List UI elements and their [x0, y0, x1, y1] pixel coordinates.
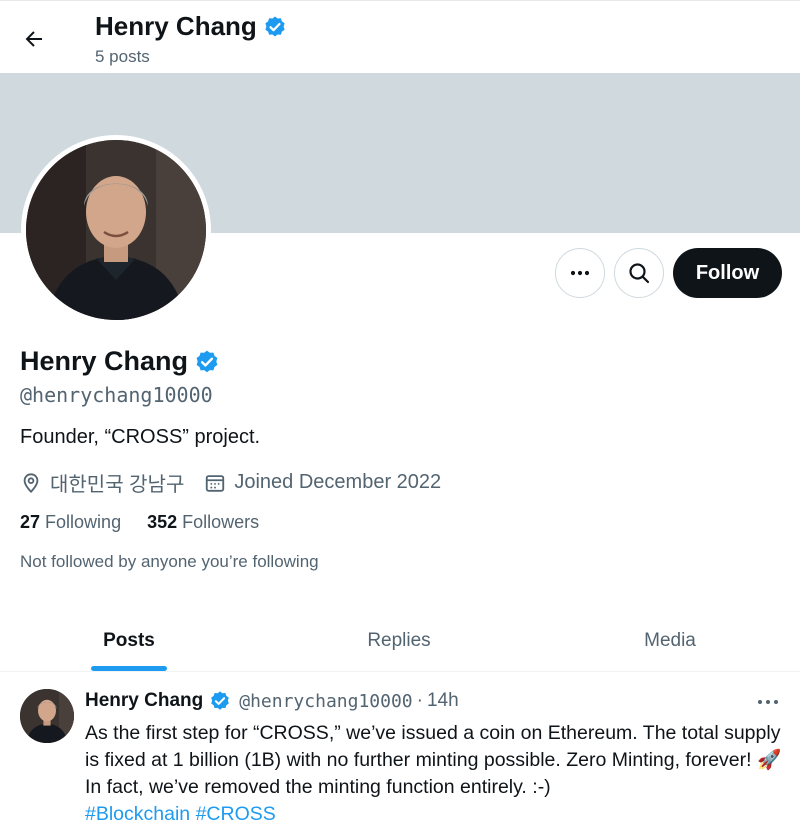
profile-name: Henry Chang	[20, 346, 189, 376]
followers-label: Followers	[182, 512, 260, 532]
search-icon	[629, 263, 650, 284]
profile-location: 대한민국 강남구	[20, 468, 184, 497]
post-text-part1: As the first step for “CROSS,” we’ve iss…	[85, 722, 781, 771]
tab-replies[interactable]: Replies	[332, 610, 466, 672]
location-text: 대한민국 강남구	[50, 474, 185, 496]
post-author-name[interactable]: Henry Chang	[85, 690, 203, 712]
tab-media[interactable]: Media	[603, 610, 737, 672]
verified-badge-icon	[265, 16, 285, 36]
profile-handle: @henrychang10000	[20, 383, 213, 407]
post-more-button[interactable]	[754, 695, 782, 709]
post-text-part2: In fact, we’ve removed the minting funct…	[85, 776, 551, 798]
header-post-count: 5 posts	[95, 47, 150, 66]
profile-tabs: Posts Replies Media	[0, 610, 800, 672]
post-header: Henry Chang @henrychang10000 · 14h	[85, 690, 459, 712]
profile-meta: 대한민국 강남구 Joined December 2022	[20, 468, 461, 497]
rocket-emoji: 🚀	[756, 749, 782, 771]
followers-count: 352	[147, 512, 178, 532]
following-count: 27	[20, 512, 41, 532]
location-pin-icon	[23, 472, 39, 493]
back-arrow-icon	[25, 31, 42, 47]
more-icon	[570, 270, 590, 276]
post-timestamp[interactable]: 14h	[427, 690, 459, 712]
top-bar: Henry Chang 5 posts	[0, 0, 800, 73]
search-profile-button[interactable]	[614, 248, 664, 298]
following-label: Following	[45, 512, 122, 532]
following-link[interactable]: 27 Following	[20, 512, 121, 533]
post-author-handle[interactable]: @henrychang10000	[239, 691, 412, 712]
post-separator: ·	[416, 690, 423, 711]
not-followed-text: Not followed by anyone you’re following	[20, 552, 319, 571]
hashtag-link[interactable]: #CROSS	[196, 803, 276, 825]
more-icon	[758, 700, 778, 704]
avatar-photo	[26, 140, 206, 320]
avatar[interactable]	[26, 140, 206, 320]
profile-joined: Joined December 2022	[204, 471, 441, 494]
profile-name-row: Henry Chang	[20, 346, 220, 377]
header-name: Henry Chang	[95, 11, 257, 41]
post-text: As the first step for “CROSS,” we’ve iss…	[85, 720, 785, 828]
more-options-button[interactable]	[555, 248, 605, 298]
header-name-row: Henry Chang	[95, 11, 287, 42]
verified-badge-icon[interactable]	[194, 349, 220, 375]
profile-bio: Founder, “CROSS” project.	[20, 426, 261, 448]
active-tab-indicator	[91, 666, 167, 671]
follow-stats: 27 Following 352 Followers	[20, 512, 259, 533]
tab-posts[interactable]: Posts	[62, 610, 196, 672]
calendar-icon	[206, 474, 225, 492]
avatar-photo	[20, 689, 74, 743]
post-item[interactable]: Henry Chang @henrychang10000 · 14h As th…	[0, 673, 800, 834]
back-button[interactable]	[14, 19, 54, 59]
verified-badge-icon	[211, 691, 230, 710]
profile-avatar-frame	[21, 135, 211, 325]
post-avatar[interactable]	[20, 689, 74, 743]
hashtag-link[interactable]: #Blockchain	[85, 803, 190, 825]
followers-link[interactable]: 352 Followers	[147, 512, 259, 533]
follow-button[interactable]: Follow	[673, 248, 782, 298]
joined-text: Joined December 2022	[234, 471, 442, 493]
